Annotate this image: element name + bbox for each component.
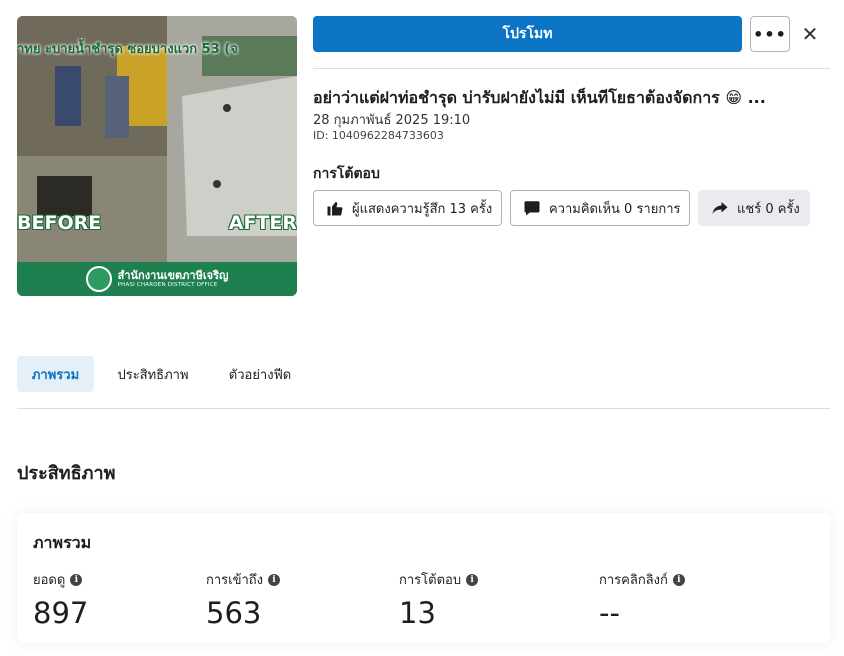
tab-performance[interactable]: ประสิทธิภาพ: [106, 356, 200, 392]
tab-overview[interactable]: ภาพรวม: [17, 356, 94, 392]
promote-button[interactable]: โปรโมท: [313, 16, 742, 52]
close-icon: ✕: [801, 22, 819, 46]
metric-label: การเข้าถึง: [206, 573, 264, 588]
metric-value: 897: [33, 596, 89, 630]
tabs-divider: [17, 408, 830, 409]
info-icon[interactable]: i: [672, 573, 685, 586]
post-title: อย่าว่าแต่ฝาท่อชำรุด บ่ารับฝายังไม่มี เห…: [313, 88, 766, 107]
metric-value: 563: [206, 596, 262, 630]
metric-label: การโต้ตอบ: [399, 573, 462, 588]
metric-label: ยอดดู: [33, 573, 66, 588]
metric-link-clicks: การคลิกลิงก์ i --: [599, 569, 685, 630]
info-icon[interactable]: i: [466, 573, 479, 586]
tab-feed-preview[interactable]: ตัวอย่างฟีด: [218, 356, 302, 392]
district-banner: สำนักงานเขตภาษีเจริญ PHASI CHAROEN DISTR…: [17, 262, 297, 296]
shares-button[interactable]: แชร์ 0 ครั้ง: [698, 190, 810, 226]
more-icon: •••: [753, 24, 787, 44]
comments-button[interactable]: ความคิดเห็น 0 รายการ: [510, 190, 690, 226]
banner-subtitle: PHASI CHAROEN DISTRICT OFFICE: [117, 281, 218, 288]
post-date: 28 กุมภาพันธ์ 2025 19:10: [313, 113, 471, 128]
metric-value: 13: [399, 596, 436, 630]
info-icon[interactable]: i: [70, 573, 83, 586]
shares-label: แชร์ 0 ครั้ง: [737, 201, 800, 217]
metric-value: --: [599, 596, 620, 630]
overview-card: ภาพรวม ยอดดู i 897 การเข้าถึง i 563 การโ…: [17, 513, 830, 643]
metric-views: ยอดดู i 897: [33, 569, 88, 630]
divider: [313, 68, 830, 69]
reactions-button[interactable]: ผู้แสดงความรู้สึก 13 ครั้ง: [313, 190, 502, 226]
comment-icon: [524, 201, 540, 216]
reactions-label: ผู้แสดงความรู้สึก 13 ครั้ง: [352, 201, 493, 217]
metric-engagement: การโต้ตอบ i 13: [399, 569, 479, 630]
engagement-label: การโต้ตอบ: [313, 166, 380, 182]
metric-label: การคลิกลิงก์: [599, 573, 668, 588]
post-thumbnail[interactable]: าทย ะบายน้ำชำรุด ซอยบางแวก 53 (จ BEFORE …: [17, 16, 297, 296]
more-options-button[interactable]: •••: [750, 16, 790, 52]
like-icon: [327, 202, 343, 216]
comments-label: ความคิดเห็น 0 รายการ: [549, 201, 681, 217]
performance-heading: ประสิทธิภาพ: [17, 463, 116, 484]
share-icon: [712, 202, 728, 214]
card-title: ภาพรวม: [33, 533, 92, 552]
banner-title: สำนักงานเขตภาษีเจริญ: [117, 268, 229, 282]
after-label: AFTER: [228, 212, 297, 234]
info-icon[interactable]: i: [268, 573, 281, 586]
overlay-title: าทย ะบายน้ำชำรุด ซอยบางแวก 53 (จ: [17, 42, 238, 57]
metric-reach: การเข้าถึง i 563: [206, 569, 281, 630]
before-label: BEFORE: [17, 212, 102, 234]
district-seal-icon: [85, 266, 112, 292]
post-id: ID: 1040962284733603: [313, 129, 444, 142]
close-button[interactable]: ✕: [798, 20, 822, 48]
